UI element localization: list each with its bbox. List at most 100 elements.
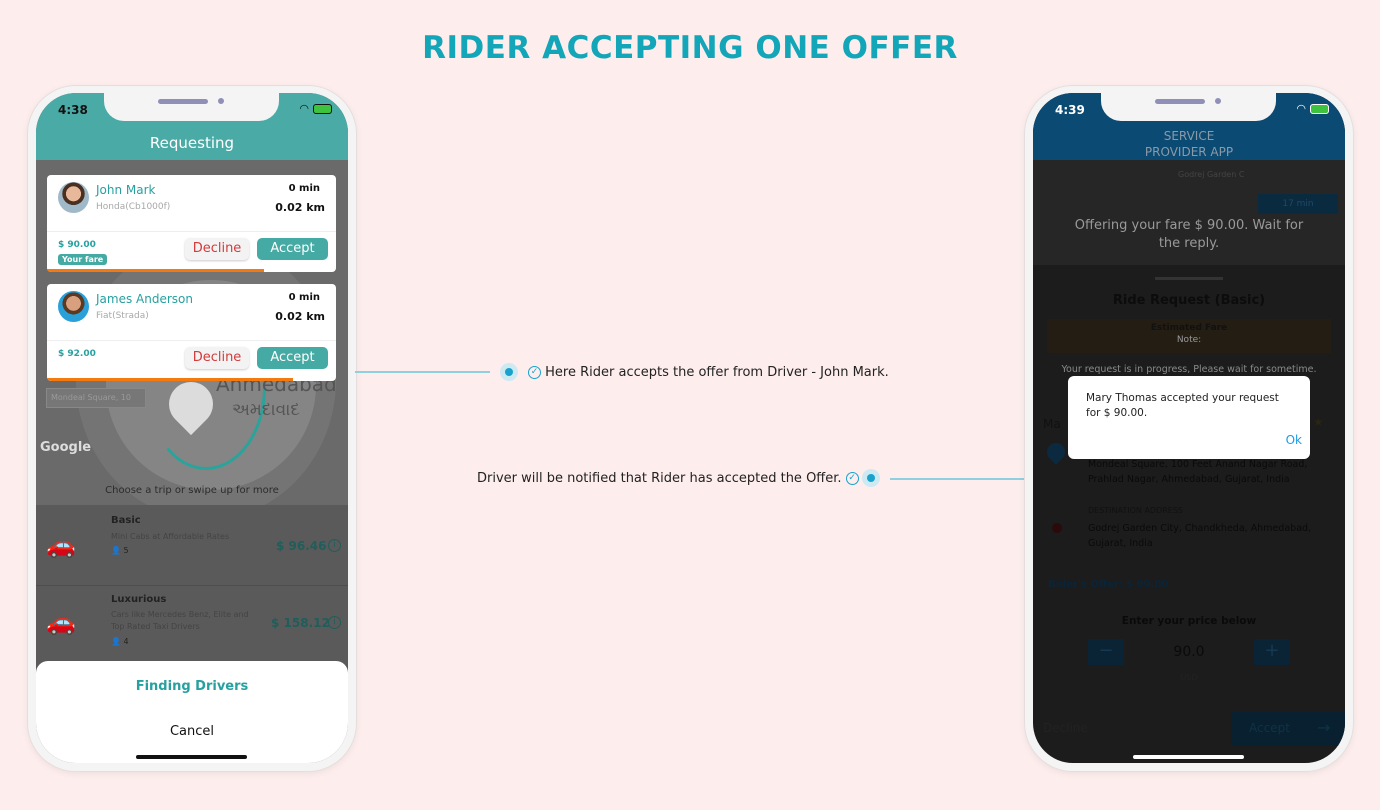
trip-name: Luxurious bbox=[111, 594, 167, 605]
trip-price: $ 96.46 bbox=[276, 539, 327, 553]
enter-price-label: Enter your price below bbox=[1121, 615, 1257, 627]
info-icon[interactable]: i bbox=[328, 539, 341, 552]
accept-button[interactable]: Accept bbox=[257, 347, 328, 369]
dialog-message: Mary Thomas accepted your request for $ … bbox=[1086, 392, 1279, 419]
increase-price-button[interactable]: + bbox=[1254, 639, 1290, 665]
decrease-price-button[interactable]: − bbox=[1088, 639, 1124, 665]
offer-fare: $ 92.00 bbox=[58, 349, 96, 359]
trip-name: Basic bbox=[111, 515, 141, 526]
arrow-right-icon: → bbox=[1317, 718, 1331, 737]
wifi-icon: ◠ bbox=[299, 102, 309, 115]
offer-fare: $ 90.00 bbox=[58, 240, 96, 250]
accept-button[interactable]: Accept → bbox=[1231, 712, 1345, 746]
driver-vehicle: Fiat(Strada) bbox=[96, 311, 149, 321]
pickup-address: Mondeal Square, 100 Feet Anand Nagar Roa… bbox=[1088, 459, 1308, 485]
dialog-ok-button[interactable]: Ok bbox=[1286, 433, 1302, 447]
info-icon[interactable]: i bbox=[328, 616, 341, 629]
seats: 👤 4 bbox=[111, 637, 129, 646]
battery-icon bbox=[1310, 104, 1329, 114]
seats: 👤 5 bbox=[111, 546, 129, 555]
destination-label: DESTINATION ADDRESS bbox=[1088, 506, 1184, 515]
page-title: RIDER ACCEPTING ONE OFFER bbox=[422, 30, 958, 66]
connector-line bbox=[890, 478, 1025, 480]
estimated-fare-box: Estimated Fare Note: bbox=[1047, 319, 1331, 353]
header-line-2: PROVIDER APP bbox=[1144, 145, 1234, 159]
note-label: Note: bbox=[1176, 335, 1202, 345]
trip-option-basic[interactable]: 🚗 Basic Mini Cabs at Affordable Rates 👤 … bbox=[36, 505, 348, 585]
offering-message: Offering your fare $ 90.00. Wait for the… bbox=[1074, 218, 1304, 251]
ride-request-title: Ride Request (Basic) bbox=[1112, 293, 1266, 308]
accept-button[interactable]: Accept bbox=[257, 238, 328, 260]
rider-name: Ma bbox=[1043, 417, 1061, 431]
status-icons: ◠ bbox=[1296, 102, 1329, 115]
check-circle-icon: ✓ bbox=[528, 366, 541, 379]
map-search[interactable]: Mondeal Square, 10 bbox=[46, 388, 146, 408]
status-time: 4:38 bbox=[58, 103, 88, 117]
offer-timer-bar bbox=[47, 378, 293, 381]
progress-message: Your request is in progress, Please wait… bbox=[1061, 364, 1317, 375]
choose-hint: Choose a trip or swipe up for more bbox=[105, 485, 279, 496]
check-circle-icon: ✓ bbox=[845, 472, 859, 485]
status-time: 4:39 bbox=[1055, 103, 1085, 117]
destination-dot-icon bbox=[1052, 523, 1062, 533]
price-input[interactable]: 90.0 bbox=[1124, 639, 1254, 665]
decline-button[interactable]: Decline bbox=[1043, 721, 1088, 735]
header-title: SERVICE PROVIDER APP bbox=[1033, 128, 1345, 160]
trip-price: $ 158.12 bbox=[271, 616, 330, 630]
finding-sheet: Finding Drivers Cancel bbox=[36, 661, 348, 763]
trip-option-luxurious[interactable]: 🚗 Luxurious Cars like Mercedes Benz, Eli… bbox=[36, 585, 348, 665]
seat-count: 5 bbox=[123, 546, 129, 555]
star-icon: ★ bbox=[1313, 415, 1324, 429]
driver-vehicle: Honda(Cb1000f) bbox=[96, 202, 171, 212]
decline-button[interactable]: Decline bbox=[185, 347, 249, 369]
map-place: Godrej Garden C bbox=[1178, 170, 1245, 179]
map-city-local: અમદાવાદ bbox=[232, 400, 300, 420]
home-indicator bbox=[136, 755, 247, 759]
status-icons: ◠ bbox=[299, 102, 332, 115]
trip-desc: Mini Cabs at Affordable Rates bbox=[111, 532, 230, 541]
driver-annotation: Driver will be notified that Rider has a… bbox=[477, 471, 859, 486]
connector-dot bbox=[500, 363, 518, 381]
driver-phone: SERVICE PROVIDER APP 4:39 ◠ Godrej Garden… bbox=[1025, 86, 1353, 771]
offer-card: John Mark Honda(Cb1000f) 0 min 0.02 km $… bbox=[47, 175, 336, 272]
header-title: Requesting bbox=[149, 134, 235, 152]
destination-address: Godrej Garden City, Chandkheda, Ahmedaba… bbox=[1088, 523, 1312, 549]
estimated-fare-label: Estimated Fare bbox=[1150, 323, 1228, 333]
google-logo: Google bbox=[40, 440, 92, 455]
rider-screen: Requesting 4:38 ◠ Ahmedabad અમદાવાદ Mond… bbox=[36, 93, 348, 763]
accept-label: Accept bbox=[1249, 721, 1290, 735]
your-fare-badge: Your fare bbox=[58, 254, 108, 265]
map-eta-badge: 17 min bbox=[1258, 194, 1338, 214]
driver-name: John Mark bbox=[96, 183, 156, 197]
battery-icon bbox=[313, 104, 332, 114]
connector-dot bbox=[862, 469, 880, 487]
trip-list: Choose a trip or swipe up for more 🚗 Bas… bbox=[36, 485, 348, 665]
distance: 0.02 km bbox=[275, 310, 325, 323]
trip-desc: Cars like Mercedes Benz, Elite and Top R… bbox=[111, 610, 249, 631]
driver-avatar bbox=[58, 182, 89, 213]
finding-drivers-label: Finding Drivers bbox=[135, 679, 249, 694]
eta: 0 min bbox=[288, 183, 320, 194]
notch bbox=[1101, 93, 1276, 121]
driver-annotation-text: Driver will be notified that Rider has a… bbox=[477, 471, 842, 486]
rider-annotation-text: Here Rider accepts the offer from Driver… bbox=[545, 365, 889, 380]
decline-button[interactable]: Decline bbox=[185, 238, 249, 260]
riders-offer: Rider's Offer: $ 90.00 bbox=[1048, 579, 1169, 590]
driver-name: James Anderson bbox=[96, 292, 193, 306]
notch bbox=[104, 93, 279, 121]
offer-card: James Anderson Fiat(Strada) 0 min 0.02 k… bbox=[47, 284, 336, 381]
home-indicator bbox=[1133, 755, 1244, 759]
connector-line bbox=[355, 371, 490, 373]
driver-screen: SERVICE PROVIDER APP 4:39 ◠ Godrej Garden… bbox=[1033, 93, 1345, 763]
seat-count: 4 bbox=[123, 637, 129, 646]
cancel-button[interactable]: Cancel bbox=[36, 724, 348, 739]
wifi-icon: ◠ bbox=[1296, 102, 1306, 115]
car-icon: 🚗 bbox=[46, 608, 76, 636]
header-line-1: SERVICE bbox=[1163, 129, 1215, 143]
distance: 0.02 km bbox=[275, 201, 325, 214]
eta: 0 min bbox=[288, 292, 320, 303]
car-icon: 🚗 bbox=[46, 531, 76, 559]
driver-avatar bbox=[58, 291, 89, 322]
pickup-pin-icon bbox=[1043, 439, 1069, 465]
drag-handle[interactable] bbox=[1155, 277, 1223, 280]
